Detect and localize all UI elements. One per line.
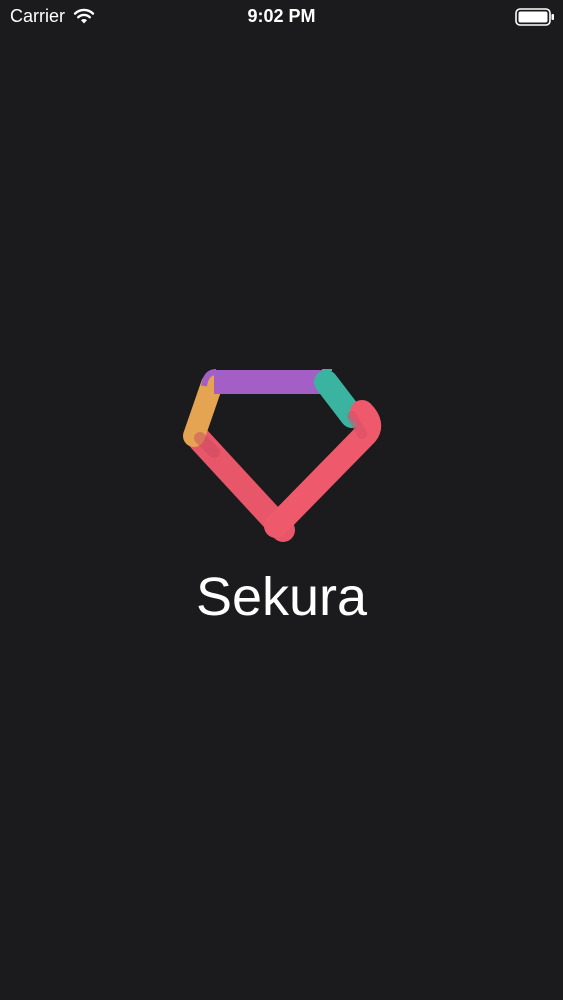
splash-screen: Sekura: [0, 360, 563, 640]
app-name: Sekura: [195, 567, 368, 627]
status-bar: Carrier 9:02 PM: [0, 0, 563, 34]
battery-full-icon: [515, 8, 554, 26]
gem-logo-icon: [183, 369, 382, 542]
status-time: 9:02 PM: [247, 6, 316, 26]
